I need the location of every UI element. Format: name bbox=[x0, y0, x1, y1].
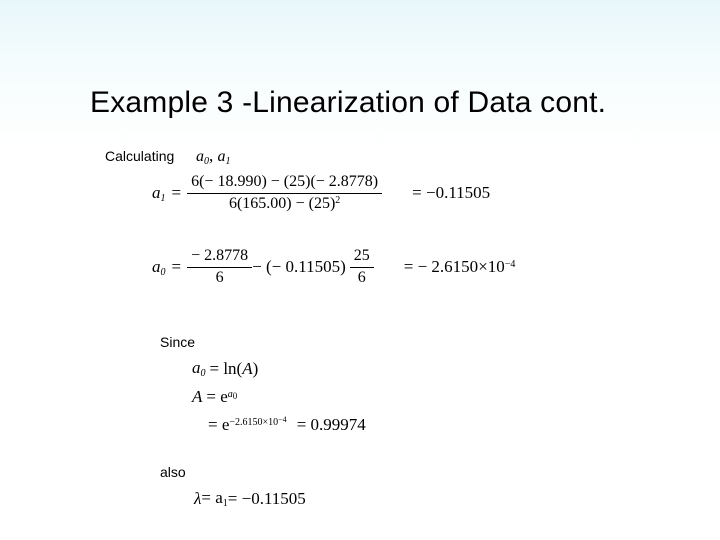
lambda-symbol: λ bbox=[194, 489, 201, 509]
a0-mid: − (− 0.11505) bbox=[252, 257, 346, 277]
a1-denominator: 6(165.00) − (25)2 bbox=[225, 196, 344, 213]
equals-sign: = bbox=[166, 257, 188, 277]
a0-fraction1: − 2.8778 6 bbox=[187, 248, 252, 287]
a0-lhs: a0 bbox=[152, 257, 166, 278]
a0-result: = − 2.6150×10−4 bbox=[404, 257, 516, 277]
calc-variables: a0, a1 bbox=[196, 146, 231, 167]
since-equations: a0 = ln(A) A = ea0 = e−2.6150×10−4 = 0.9… bbox=[192, 358, 366, 435]
a0-f2-num: 25 bbox=[350, 248, 374, 265]
equation-a0: a0 = − 2.8778 6 − (− 0.11505) 25 6 = − 2… bbox=[152, 248, 515, 287]
separator: , bbox=[209, 146, 218, 165]
slide-title: Example 3 -Linearization of Data cont. bbox=[90, 86, 606, 120]
also-result: = −0.11505 bbox=[228, 489, 306, 509]
label-since: Since bbox=[160, 334, 195, 350]
a1-result: = −0.11505 bbox=[412, 183, 490, 203]
since-line1: a0 = ln(A) bbox=[192, 358, 366, 379]
also-equation: λ = a1 = −0.11505 bbox=[194, 488, 306, 509]
since-line3: = e−2.6150×10−4 = 0.99974 bbox=[192, 415, 366, 435]
label-calculating: Calculating bbox=[105, 148, 174, 164]
a0-f1-den: 6 bbox=[212, 270, 228, 287]
a0-f1-num: − 2.8778 bbox=[187, 248, 252, 265]
a1-fraction: 6(− 18.990) − (25)(− 2.8778) 6(165.00) −… bbox=[187, 174, 382, 213]
since-line2: A = ea0 bbox=[192, 387, 366, 407]
a0-f2-den: 6 bbox=[354, 270, 370, 287]
var-a0: a0 bbox=[196, 148, 209, 165]
a0-fraction2: 25 6 bbox=[350, 248, 374, 287]
equals-sign: = bbox=[166, 183, 188, 203]
label-also: also bbox=[160, 464, 186, 480]
var-a1: a1 bbox=[218, 148, 231, 165]
also-mid: = a1 bbox=[201, 488, 227, 509]
a1-numerator: 6(− 18.990) − (25)(− 2.8778) bbox=[187, 174, 382, 191]
a1-lhs: a1 bbox=[152, 183, 166, 204]
equation-a1: a1 = 6(− 18.990) − (25)(− 2.8778) 6(165.… bbox=[152, 174, 490, 213]
